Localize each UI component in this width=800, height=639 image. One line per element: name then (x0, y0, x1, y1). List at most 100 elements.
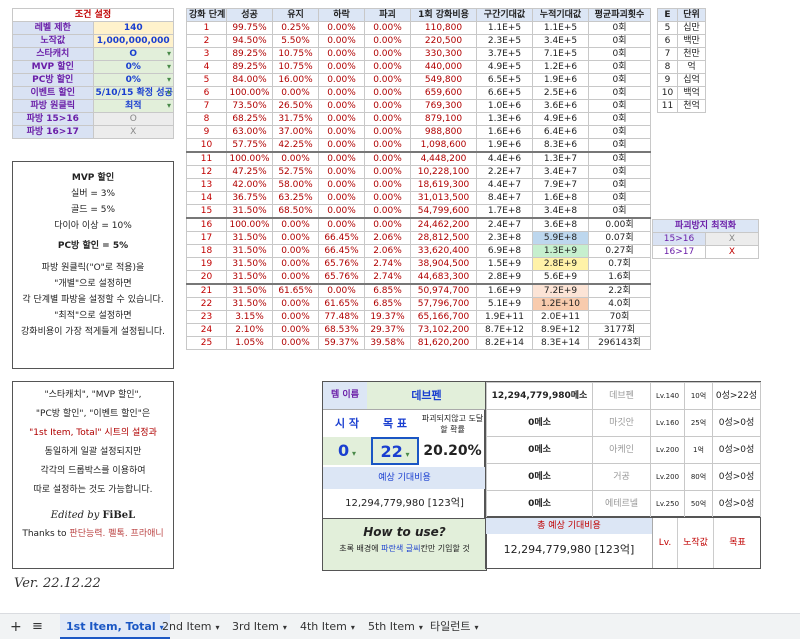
table-cell: 0.00% (364, 191, 411, 205)
table-cell: 0회 (588, 86, 651, 100)
total-panel: 총 예상 기대비용 12,294,779,980 [123억] Lv. 노작값 … (485, 517, 761, 569)
units-cell: 7 (657, 47, 678, 61)
table-cell: 100.00% (226, 217, 273, 232)
note-p5: 강화비용이 가장 적게들게 설정됩니다. (21, 327, 165, 337)
all-sheets-icon[interactable]: ≡ (26, 614, 49, 639)
table-cell: 5.50% (272, 34, 319, 48)
column-header: 구간기대값 (476, 8, 533, 22)
condition-title: 조건 설정 (12, 8, 174, 22)
condition-value[interactable]: 140 (92, 21, 174, 35)
table-row: 16 100.00% 0.00% 0.00% 0.00% 24,462,200 2.4E+7… (186, 217, 651, 232)
table-cell: 330,300 (410, 47, 477, 61)
howto-box: How to use? 초록 배경에 파란색 글씨칸만 기입할 것 (322, 518, 487, 571)
table-cell: 0.00% (318, 34, 365, 48)
table-cell: 13 (186, 178, 227, 192)
table-cell: 8.3E+6 (532, 138, 589, 153)
sheet-tab[interactable]: 2nd Item ▾ (156, 614, 226, 639)
foot-lv: Lv. (658, 538, 672, 548)
summary-cell: 0성>0성 (712, 490, 761, 518)
goal-select[interactable]: 22 ▾ (371, 437, 419, 465)
table-cell: 2.8E+9 (476, 270, 533, 285)
table-cell: 24 (186, 323, 227, 337)
table-cell: 100.00% (226, 151, 273, 166)
table-cell: 0회 (588, 47, 651, 61)
table-cell: 1.7E+8 (476, 204, 533, 219)
summary-row: 0메소 거공 Lv.200 80억 0성>0성 (486, 463, 761, 491)
sheet-tab[interactable]: 1st Item, Total ▾ (60, 614, 170, 639)
table-cell: 0.00% (318, 125, 365, 139)
table-cell: 73,102,200 (410, 323, 477, 337)
condition-value[interactable]: 0% (92, 60, 174, 74)
table-cell: 0.00% (364, 34, 411, 48)
table-cell: 33,620,400 (410, 244, 477, 258)
add-sheet-icon[interactable]: + (4, 614, 28, 639)
sheet-tab[interactable]: 타일런트 ▾ (424, 614, 485, 639)
note-p2: "개별"으로 설정하면 (54, 279, 132, 289)
summary-cell: 25억 (684, 409, 713, 437)
mvp-title: MVP 할인 (71, 173, 115, 183)
table-cell: 24,462,200 (410, 217, 477, 232)
table-cell: 37.00% (272, 125, 319, 139)
table-cell: 1.2E+6 (532, 60, 589, 74)
units-row: 10 백억 (657, 86, 706, 100)
condition-value[interactable]: 5/10/15 확정 성공 (92, 86, 174, 100)
protect-value[interactable]: X (705, 245, 759, 259)
summary-cell: 0메소 (486, 463, 593, 491)
howto-title: How to use? (363, 525, 446, 539)
table-cell: 39.58% (364, 336, 411, 350)
units-row: 8억 (657, 60, 706, 74)
table-cell: 0회 (588, 34, 651, 48)
condition-value[interactable]: 최적 (92, 99, 174, 113)
condition-label: 이벤트 할인 (12, 86, 94, 100)
summary-cell: 거공 (592, 463, 651, 491)
condition-value[interactable]: 0% (92, 73, 174, 87)
table-cell: 879,100 (410, 112, 477, 126)
note-p3: 각 단계별 파방을 설정할 수 있습니다. (22, 295, 164, 305)
table-cell: 0.00% (318, 178, 365, 192)
table-cell: 4,448,200 (410, 151, 477, 166)
summary-cell: 0성>0성 (712, 463, 761, 491)
chevron-down-icon: ▾ (418, 623, 423, 632)
table-cell: 57,796,700 (410, 297, 477, 311)
start-select[interactable]: 0 ▾ (323, 437, 371, 465)
protect-value[interactable]: X (705, 232, 759, 246)
table-cell: 17 (186, 231, 227, 245)
table-cell: 220,500 (410, 34, 477, 48)
table-cell: 0.00% (364, 217, 411, 232)
note2-l2: "PC방 할인", "이벤트 할인"은 (35, 409, 151, 419)
table-row: 11 100.00% 0.00% 0.00% 0.00% 4,448,200 4.4E+6 1… (186, 151, 651, 166)
table-cell: 0회 (588, 21, 651, 35)
item-name-input[interactable]: 데브펜 (367, 382, 486, 409)
sheet-tab[interactable]: 3rd Item ▾ (226, 614, 293, 639)
summary-cell: Lv.200 (650, 436, 685, 464)
table-cell: 61.65% (318, 297, 365, 311)
table-cell: 1,098,600 (410, 138, 477, 153)
table-cell: 1.5E+9 (476, 257, 533, 271)
table-cell: 22 (186, 297, 227, 311)
units-table: E 단위 5 십만 6 백만 7 천만 8 억 9 십억 10 백억 11 천억 (657, 8, 706, 113)
table-row: 23 3.15% 0.00% 77.48% 19.37% 65,166,700 1.9E+1… (186, 310, 651, 324)
table-cell: 2.3E+8 (476, 231, 533, 245)
table-cell: 0.00% (364, 99, 411, 113)
summary-row: 0메소 에테르넬 Lv.250 50억 0성>0성 (486, 490, 761, 518)
table-cell: 0.00% (272, 86, 319, 100)
table-cell: 19.37% (364, 310, 411, 324)
table-cell: 31.50% (226, 270, 273, 285)
sheet-tab[interactable]: 4th Item ▾ (294, 614, 361, 639)
table-cell: 31.50% (226, 257, 273, 271)
table-cell: 89.25% (226, 60, 273, 74)
sheet-tab[interactable]: 5th Item ▾ (362, 614, 429, 639)
table-cell: 1.6회 (588, 270, 651, 285)
table-cell: 42.00% (226, 178, 273, 192)
table-cell: 52.75% (272, 165, 319, 179)
units-row: 6 백만 (657, 34, 706, 48)
units-cell: 천억 (677, 99, 706, 113)
table-row: 2 94.50% 5.50% 0.00% 0.00% 220,500 2.3E+5 3.4E+… (186, 34, 651, 48)
column-header: 성공 (226, 8, 273, 22)
table-cell: 14 (186, 191, 227, 205)
condition-value[interactable]: O (92, 47, 174, 61)
units-cell: 10 (657, 86, 678, 100)
total-value: 12,294,779,980 [123억] (503, 543, 635, 556)
condition-value[interactable]: 1,000,000,000 (92, 34, 174, 48)
table-row: 9 63.00% 37.00% 0.00% 0.00% 988,800 1.6E+6 6.4E… (186, 125, 651, 139)
